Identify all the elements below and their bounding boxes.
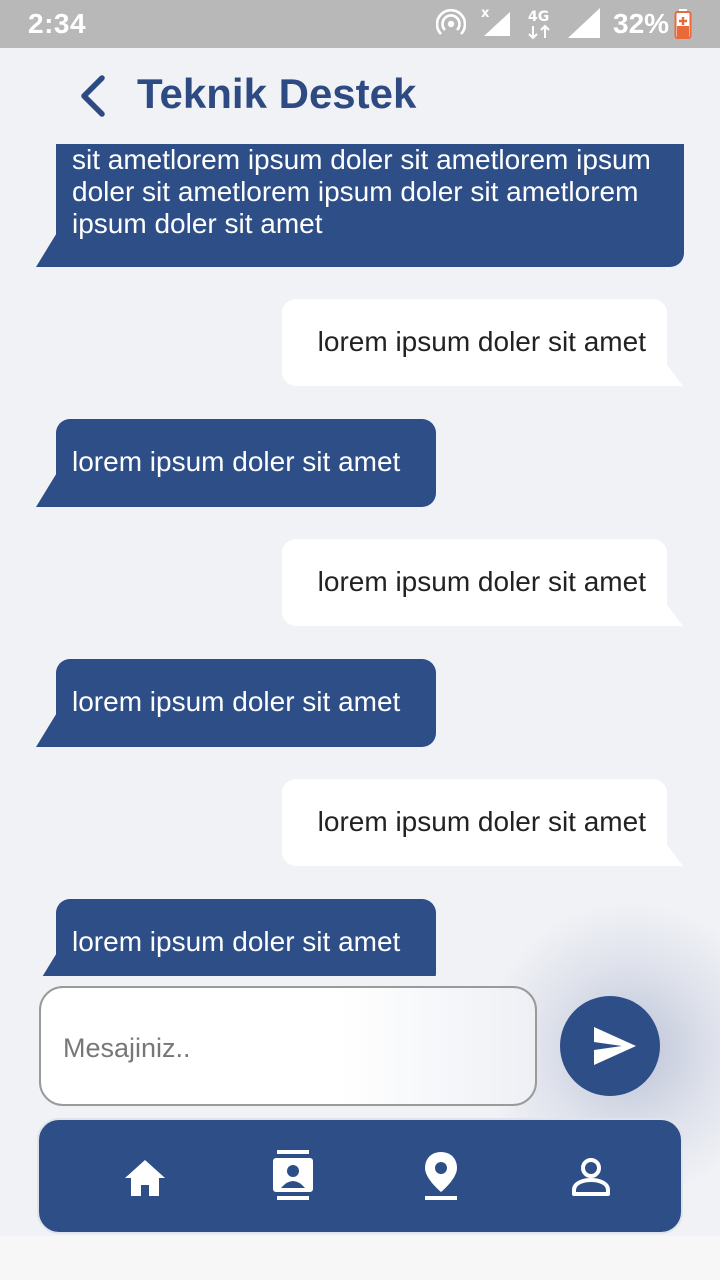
message-text: lorem ipsum doler sit amet: [317, 806, 646, 837]
message-list[interactable]: sit ametlorem ipsum doler sit ametlorem …: [0, 144, 720, 976]
incoming-message: lorem ipsum doler sit amet: [42, 899, 437, 976]
message-text: lorem ipsum doler sit amet: [317, 326, 646, 357]
incoming-message: lorem ipsum doler sit amet: [36, 419, 437, 507]
nav-location-button[interactable]: [421, 1150, 465, 1200]
message-text: lorem ipsum doler sit amet: [72, 686, 401, 717]
app-header: Teknik Destek: [0, 48, 720, 144]
message-input[interactable]: [63, 1026, 503, 1070]
back-button[interactable]: [72, 74, 116, 118]
system-navigation-area: [0, 1236, 720, 1280]
signal-strength-icon: [566, 6, 602, 45]
profile-icon: [572, 1158, 610, 1196]
send-button[interactable]: [560, 996, 660, 1096]
location-pin-icon: [425, 1152, 457, 1200]
outgoing-message: lorem ipsum doler sit amet: [281, 779, 683, 866]
svg-text:4G: 4G: [528, 9, 549, 25]
status-time: 2:34: [28, 8, 87, 39]
message-text: lorem ipsum doler sit amet: [72, 926, 401, 957]
home-icon: [125, 1160, 165, 1196]
svg-text:x: x: [481, 6, 490, 21]
signal-no-service-icon: x: [478, 4, 514, 45]
chat-screen: 2:34 x 4G 32% Teknik Destek sit ametlore…: [0, 0, 720, 1280]
battery-charging-icon: [674, 8, 692, 45]
message-text: sit ametlorem ipsum doler sit ametlorem …: [72, 144, 651, 239]
nav-contacts-button[interactable]: [271, 1150, 315, 1200]
incoming-message: sit ametlorem ipsum doler sit ametlorem …: [36, 144, 684, 267]
send-icon: [594, 1027, 636, 1065]
bottom-navigation: [37, 1118, 683, 1234]
outgoing-message: lorem ipsum doler sit amet: [281, 299, 683, 386]
contacts-icon: [273, 1150, 313, 1200]
message-input-box[interactable]: [39, 986, 537, 1106]
message-text: lorem ipsum doler sit amet: [317, 566, 646, 597]
outgoing-message: lorem ipsum doler sit amet: [281, 539, 683, 626]
nav-profile-button[interactable]: [569, 1156, 613, 1204]
nav-home-button[interactable]: [123, 1156, 167, 1204]
network-type-icon: 4G: [526, 8, 556, 47]
hotspot-icon: [435, 8, 467, 43]
status-bar: 2:34 x 4G 32%: [0, 0, 720, 48]
battery-percentage: 32%: [613, 8, 670, 39]
message-text: lorem ipsum doler sit amet: [72, 446, 401, 477]
incoming-message: lorem ipsum doler sit amet: [36, 659, 437, 747]
chevron-left-icon: [81, 75, 105, 117]
page-title: Teknik Destek: [137, 70, 417, 117]
